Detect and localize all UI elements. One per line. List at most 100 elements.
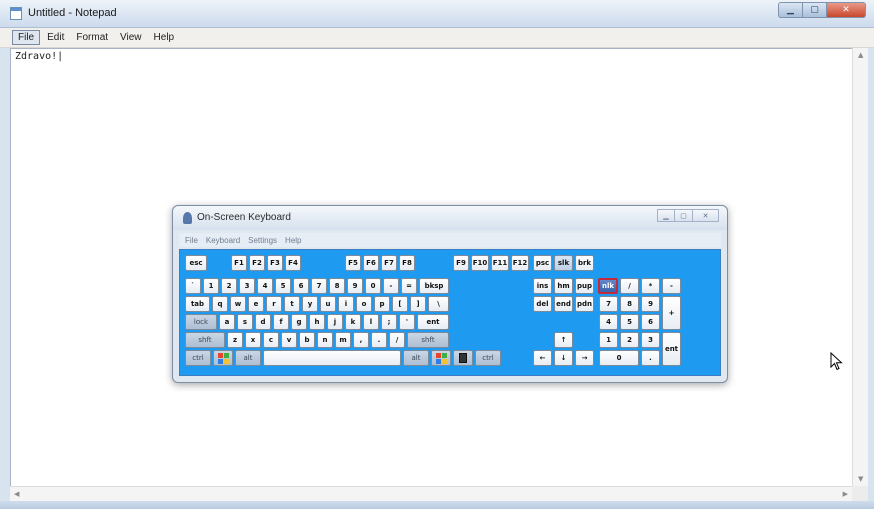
key-z[interactable]: z <box>227 332 243 348</box>
menu-view[interactable]: View <box>115 31 147 44</box>
key-quote[interactable]: ' <box>399 314 415 330</box>
menu-format[interactable]: Format <box>71 31 113 44</box>
key-3[interactable]: 3 <box>239 278 255 294</box>
osk-menu-file[interactable]: File <box>185 236 198 245</box>
osk-maximize-button[interactable]: ▢ <box>675 209 693 222</box>
key-ins[interactable]: ins <box>533 278 552 294</box>
key-right-alt[interactable]: alt <box>403 350 429 366</box>
key-pdn[interactable]: pdn <box>575 296 594 312</box>
key-period[interactable]: . <box>371 332 387 348</box>
key-f[interactable]: f <box>273 314 289 330</box>
key-backslash[interactable]: \ <box>428 296 449 312</box>
scroll-left-arrow-icon[interactable]: ◀ <box>14 490 19 498</box>
key-h[interactable]: h <box>309 314 325 330</box>
key-numpad-multiply[interactable]: * <box>641 278 660 294</box>
key-r[interactable]: r <box>266 296 282 312</box>
key-l[interactable]: l <box>363 314 379 330</box>
key-comma[interactable]: , <box>353 332 369 348</box>
key-numpad-3[interactable]: 3 <box>641 332 660 348</box>
key-right-shift[interactable]: shft <box>407 332 449 348</box>
key-hm[interactable]: hm <box>554 278 573 294</box>
key-left-ctrl[interactable]: ctrl <box>185 350 211 366</box>
key-j[interactable]: j <box>327 314 343 330</box>
key-numpad-8[interactable]: 8 <box>620 296 639 312</box>
key-d[interactable]: d <box>255 314 271 330</box>
key-minus[interactable]: - <box>383 278 399 294</box>
key-enter[interactable]: ent <box>417 314 449 330</box>
key-arrow-right[interactable]: → <box>575 350 594 366</box>
key-esc[interactable]: esc <box>185 255 207 271</box>
key-equals[interactable]: = <box>401 278 417 294</box>
key-slash[interactable]: / <box>389 332 405 348</box>
close-button[interactable]: ✕ <box>826 2 866 18</box>
scroll-down-arrow-icon[interactable]: ▼ <box>858 475 863 483</box>
key-f1[interactable]: F1 <box>231 255 247 271</box>
key-numpad-enter[interactable]: ent <box>662 332 681 366</box>
key-numpad-5[interactable]: 5 <box>620 314 639 330</box>
horizontal-scrollbar[interactable]: ◀ ▶ <box>10 486 852 501</box>
key-numpad-4[interactable]: 4 <box>599 314 618 330</box>
vertical-scrollbar[interactable]: ▲ ▼ <box>852 48 868 486</box>
osk-menu-help[interactable]: Help <box>285 236 301 245</box>
key-numpad-minus[interactable]: - <box>662 278 681 294</box>
key-application[interactable] <box>453 350 473 366</box>
key-left-shift[interactable]: shft <box>185 332 225 348</box>
key-numpad-6[interactable]: 6 <box>641 314 660 330</box>
key-p[interactable]: p <box>374 296 390 312</box>
menu-edit[interactable]: Edit <box>42 31 69 44</box>
key-q[interactable]: q <box>212 296 228 312</box>
key-numpad-1[interactable]: 1 <box>599 332 618 348</box>
key-c[interactable]: c <box>263 332 279 348</box>
key-left-windows[interactable] <box>213 350 233 366</box>
key-u[interactable]: u <box>320 296 336 312</box>
key-left-bracket[interactable]: [ <box>392 296 408 312</box>
key-f5[interactable]: F5 <box>345 255 361 271</box>
key-e[interactable]: e <box>248 296 264 312</box>
key-t[interactable]: t <box>284 296 300 312</box>
key-4[interactable]: 4 <box>257 278 273 294</box>
key-2[interactable]: 2 <box>221 278 237 294</box>
key-arrow-down[interactable]: ↓ <box>554 350 573 366</box>
key-9[interactable]: 9 <box>347 278 363 294</box>
key-f9[interactable]: F9 <box>453 255 469 271</box>
key-8[interactable]: 8 <box>329 278 345 294</box>
menu-help[interactable]: Help <box>149 31 180 44</box>
key-7[interactable]: 7 <box>311 278 327 294</box>
key-g[interactable]: g <box>291 314 307 330</box>
key-m[interactable]: m <box>335 332 351 348</box>
minimize-button[interactable]: ▁ <box>778 2 802 18</box>
key-numpad-0[interactable]: 0 <box>599 350 639 366</box>
key-f8[interactable]: F8 <box>399 255 415 271</box>
key-numpad-7[interactable]: 7 <box>599 296 618 312</box>
key-left-alt[interactable]: alt <box>235 350 261 366</box>
key-5[interactable]: 5 <box>275 278 291 294</box>
key-w[interactable]: w <box>230 296 246 312</box>
key-numpad-decimal[interactable]: . <box>641 350 660 366</box>
key-end[interactable]: end <box>554 296 573 312</box>
key-brk[interactable]: brk <box>575 255 594 271</box>
key-del[interactable]: del <box>533 296 552 312</box>
key-backtick[interactable]: ` <box>185 278 201 294</box>
key-numpad-plus[interactable]: + <box>662 296 681 330</box>
key-slk[interactable]: slk <box>554 255 573 271</box>
menu-file[interactable]: File <box>12 30 41 45</box>
key-f7[interactable]: F7 <box>381 255 397 271</box>
key-f4[interactable]: F4 <box>285 255 301 271</box>
key-semicolon[interactable]: ; <box>381 314 397 330</box>
key-a[interactable]: a <box>219 314 235 330</box>
osk-menu-keyboard[interactable]: Keyboard <box>206 236 240 245</box>
key-right-ctrl[interactable]: ctrl <box>475 350 501 366</box>
key-f6[interactable]: F6 <box>363 255 379 271</box>
key-y[interactable]: y <box>302 296 318 312</box>
key-right-windows[interactable] <box>431 350 451 366</box>
key-tab[interactable]: tab <box>185 296 210 312</box>
key-o[interactable]: o <box>356 296 372 312</box>
key-f12[interactable]: F12 <box>511 255 529 271</box>
key-numpad-9[interactable]: 9 <box>641 296 660 312</box>
key-f3[interactable]: F3 <box>267 255 283 271</box>
key-s[interactable]: s <box>237 314 253 330</box>
key-arrow-up[interactable]: ↑ <box>554 332 573 348</box>
key-space[interactable] <box>263 350 401 366</box>
size-grip[interactable] <box>852 486 868 501</box>
scroll-right-arrow-icon[interactable]: ▶ <box>843 490 848 498</box>
